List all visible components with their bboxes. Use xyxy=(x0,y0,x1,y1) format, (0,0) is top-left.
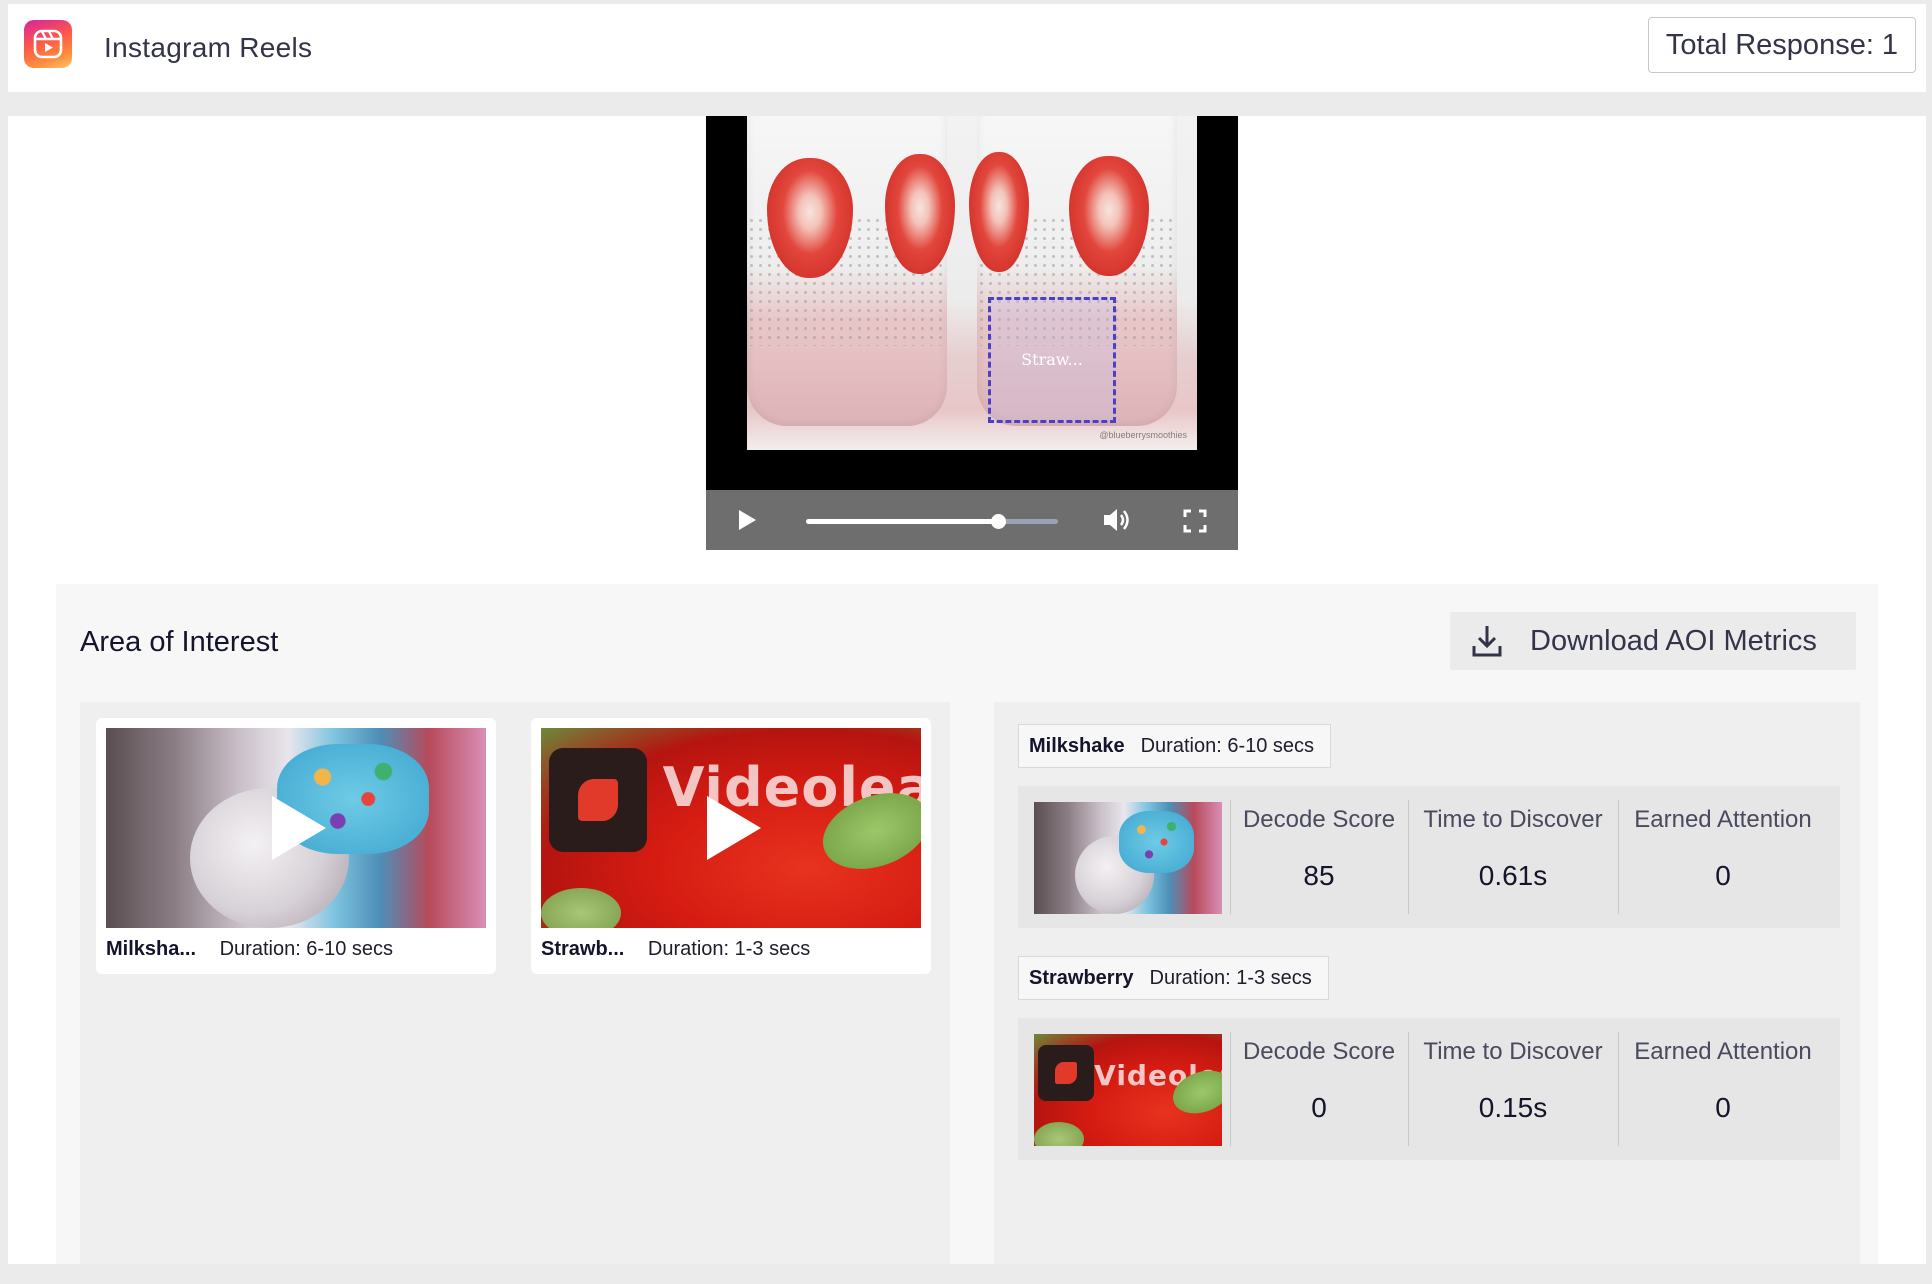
aoi-clip-list: Milksha... Duration: 6-10 secs Videoleap… xyxy=(80,702,950,1264)
metric-row-strawberry: Videoleap Decode Score 0 Time to Discove… xyxy=(1018,1018,1840,1160)
metric-tag-milkshake: Milkshake Duration: 6-10 secs xyxy=(1018,724,1332,768)
area-of-interest-section: Area of Interest Download AOI Metrics Mi… xyxy=(56,584,1878,1264)
metric-thumbnail: Videoleap xyxy=(1034,1034,1222,1146)
earned-attention-column: Earned Attention 0 xyxy=(1618,1032,1827,1146)
download-aoi-metrics-button[interactable]: Download AOI Metrics xyxy=(1450,612,1856,670)
metric-duration: Duration: 1-3 secs xyxy=(1149,966,1312,989)
metric-name: Strawberry xyxy=(1029,966,1134,989)
aoi-card-name: Strawb... xyxy=(541,938,625,960)
play-icon[interactable] xyxy=(272,796,326,860)
progress-handle[interactable] xyxy=(990,514,1006,529)
instagram-reels-icon xyxy=(24,20,72,68)
aoi-card-strawberry[interactable]: Videoleap Strawb... Duration: 1-3 secs xyxy=(531,718,931,974)
video-controls xyxy=(706,490,1238,550)
metric-row-milkshake: Decode Score 85 Time to Discover 0.61s E… xyxy=(1018,786,1840,928)
aoi-thumbnail[interactable]: Videoleap xyxy=(541,728,921,928)
video-watermark: @blueberrysmoothies xyxy=(1099,430,1187,440)
metric-name: Milkshake xyxy=(1029,734,1125,757)
aoi-overlay-label: Straw... xyxy=(1021,350,1083,369)
earned-attention-column: Earned Attention 0 xyxy=(1618,800,1827,914)
earned-attention-value: 0 xyxy=(1715,1092,1731,1123)
time-to-discover-label: Time to Discover xyxy=(1423,806,1603,833)
aoi-thumbnail[interactable] xyxy=(106,728,486,928)
video-player[interactable]: Straw... @blueberrysmoothies xyxy=(706,116,1238,550)
metric-thumbnail xyxy=(1034,802,1222,914)
top-header: Instagram Reels Total Response: 1 xyxy=(8,4,1926,92)
page-title: Instagram Reels xyxy=(104,32,313,63)
video-progress-bar[interactable] xyxy=(806,514,1058,529)
time-to-discover-column: Time to Discover 0.15s xyxy=(1408,1032,1617,1146)
time-to-discover-value: 0.61s xyxy=(1478,860,1548,891)
fullscreen-icon[interactable] xyxy=(1183,509,1207,538)
time-to-discover-column: Time to Discover 0.61s xyxy=(1408,800,1617,914)
earned-attention-label: Earned Attention xyxy=(1634,806,1812,833)
earned-attention-label: Earned Attention xyxy=(1634,1038,1812,1065)
metric-tag-strawberry: Strawberry Duration: 1-3 secs xyxy=(1018,956,1329,1000)
aoi-card-duration: Duration: 1-3 secs xyxy=(647,938,811,960)
time-to-discover-value: 0.15s xyxy=(1478,1092,1548,1123)
play-icon[interactable] xyxy=(707,796,761,860)
decode-score-value: 85 xyxy=(1303,860,1335,891)
main-panel: Straw... @blueberrysmoothies Area of Int… xyxy=(8,116,1926,1264)
metric-duration: Duration: 6-10 secs xyxy=(1140,734,1315,757)
section-title: Area of Interest xyxy=(80,626,279,658)
aoi-card-milkshake[interactable]: Milksha... Duration: 6-10 secs xyxy=(96,718,496,974)
aoi-card-name: Milksha... xyxy=(106,938,197,960)
aoi-metrics-panel: Milkshake Duration: 6-10 secs Decode Sco… xyxy=(994,702,1860,1264)
decode-score-column: Decode Score 85 xyxy=(1230,800,1407,914)
earned-attention-value: 0 xyxy=(1715,860,1731,891)
download-label: Download AOI Metrics xyxy=(1530,624,1817,657)
decode-score-label: Decode Score xyxy=(1242,806,1396,833)
total-response-badge: Total Response: 1 xyxy=(1648,17,1916,73)
time-to-discover-label: Time to Discover xyxy=(1423,1038,1603,1065)
play-icon[interactable] xyxy=(736,508,758,537)
download-icon xyxy=(1472,626,1502,657)
decode-score-label: Decode Score xyxy=(1242,1038,1396,1065)
video-frame: Straw... @blueberrysmoothies xyxy=(747,116,1197,450)
decode-score-column: Decode Score 0 xyxy=(1230,1032,1407,1146)
aoi-overlay-box[interactable]: Straw... xyxy=(988,297,1116,423)
volume-icon[interactable] xyxy=(1102,506,1132,539)
decode-score-value: 0 xyxy=(1311,1092,1327,1123)
aoi-card-duration: Duration: 6-10 secs xyxy=(219,938,394,960)
